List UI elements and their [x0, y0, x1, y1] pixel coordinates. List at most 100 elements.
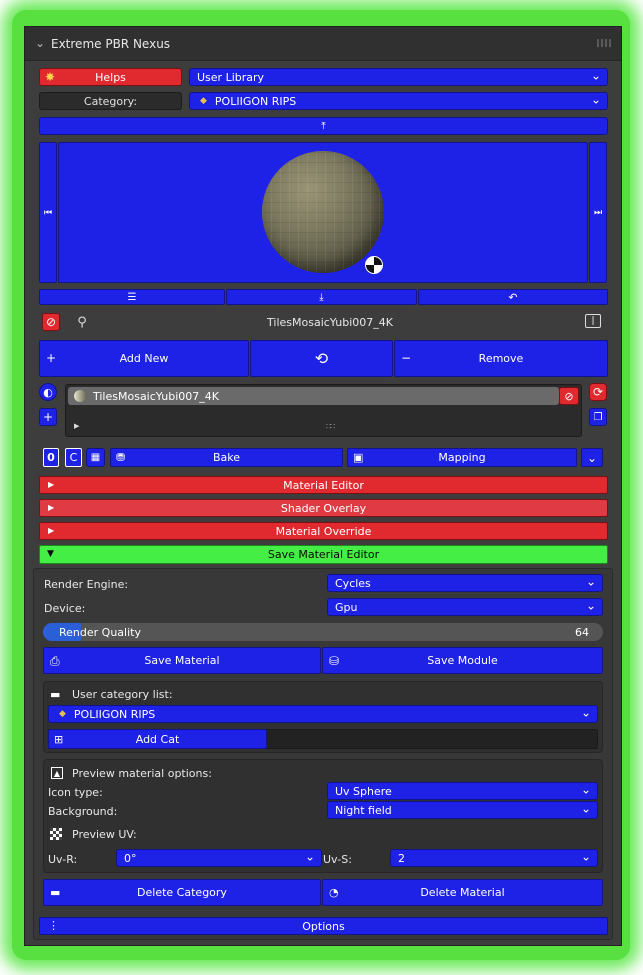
more-dropdown[interactable]: ⌄: [581, 448, 603, 467]
flame-icon: ✸: [45, 70, 56, 84]
world-shading-button[interactable]: ◐: [39, 383, 57, 401]
uv-r-value: 0°: [124, 851, 137, 865]
vertical-dots-icon: ⋮: [48, 919, 59, 932]
uv-s-dropdown[interactable]: 2: [390, 849, 598, 867]
mapping-button[interactable]: ▣ Mapping: [347, 448, 577, 467]
user-category-dropdown[interactable]: ◆ POLIIGON RIPS: [48, 705, 598, 723]
collapse-preview-button[interactable]: ⤒: [39, 117, 608, 135]
trash-folder-icon: ▬: [50, 886, 61, 899]
save-material-editor-label: Save Material Editor: [267, 548, 380, 561]
refresh-icon: ⟲: [314, 349, 329, 368]
options-button[interactable]: ⋮ Options: [39, 917, 608, 935]
shader-overlay-section[interactable]: ▶ Shader Overlay: [39, 499, 608, 517]
folder-add-icon: ⊞: [54, 733, 64, 746]
skip-forward-icon: ⏭: [593, 207, 603, 218]
settings-button[interactable]: ☰: [39, 289, 225, 305]
diamond-icon: ◆: [59, 709, 66, 719]
device-dropdown[interactable]: Gpu: [327, 598, 603, 616]
focus-target-icon: [365, 256, 383, 274]
render-engine-dropdown[interactable]: Cycles: [327, 574, 603, 592]
icon-type-dropdown[interactable]: Uv Sphere: [327, 782, 598, 800]
duplicate-button[interactable]: ❐: [589, 408, 607, 426]
diamond-icon: ◆: [200, 96, 207, 106]
render-engine-value: Cycles: [335, 576, 371, 590]
save-material-button[interactable]: ⎙ Save Material: [43, 647, 321, 674]
save-module-label: Save Module: [427, 654, 498, 667]
options-label: Options: [302, 919, 345, 933]
list-item[interactable]: TilesMosaicYubi007_4K: [68, 387, 559, 405]
preview-uv-label: Preview UV:: [72, 828, 137, 841]
download-icon: ⤓: [319, 291, 324, 303]
remove-button[interactable]: − Remove: [394, 340, 608, 377]
render-quality-slider[interactable]: Render Quality 64: [43, 623, 603, 641]
c-label: C: [69, 451, 78, 464]
add-new-label: Add New: [119, 352, 169, 365]
uv-s-value: 2: [398, 851, 405, 865]
save-material-icon: ⎙: [50, 654, 60, 668]
library-dropdown[interactable]: User Library: [189, 68, 608, 86]
save-module-icon: ⛁: [329, 654, 340, 668]
background-dropdown[interactable]: Night field: [327, 801, 598, 819]
undo-icon: ↶: [508, 290, 518, 304]
preview-options-label: Preview material options:: [72, 767, 212, 780]
icon-type-label: Icon type:: [48, 786, 103, 799]
refresh-icon: ⟳: [592, 385, 604, 399]
zero-toggle[interactable]: 0: [43, 448, 59, 467]
expand-triangle-icon: ▶: [48, 526, 55, 535]
bake-button[interactable]: ⛃ Bake: [110, 448, 343, 467]
helps-button[interactable]: ✸ Helps: [39, 68, 182, 86]
icon-type-value: Uv Sphere: [335, 784, 392, 798]
previous-material-button[interactable]: ⏮: [39, 142, 57, 283]
delete-category-label: Delete Category: [137, 886, 227, 899]
folder-icon: ▬: [50, 688, 61, 701]
next-material-button[interactable]: ⏭: [589, 142, 607, 283]
search-icon[interactable]: ⚲: [75, 313, 89, 331]
info-icon[interactable]: |: [585, 314, 601, 328]
material-override-label: Material Override: [275, 524, 372, 538]
drag-grip-icon[interactable]: [597, 39, 611, 47]
reload-button[interactable]: ⟳: [589, 383, 607, 401]
add-new-button[interactable]: + Add New: [39, 340, 249, 377]
c-toggle[interactable]: C: [65, 448, 82, 467]
clear-button[interactable]: ⊘: [42, 313, 60, 331]
delete-material-label: Delete Material: [420, 886, 505, 899]
copy-icon: ❐: [593, 411, 603, 423]
category-dropdown[interactable]: ◆ POLIIGON RIPS: [189, 92, 608, 110]
save-material-editor-section[interactable]: ▼ Save Material Editor: [39, 545, 608, 564]
load-button[interactable]: ⤓: [226, 289, 417, 305]
collapse-triangle-icon: ▼: [47, 549, 54, 559]
material-list: TilesMosaicYubi007_4K ⊘ ▶ ∷∷: [65, 384, 582, 437]
refresh-button[interactable]: ⟲: [250, 340, 393, 377]
delete-category-button[interactable]: ▬ Delete Category: [43, 879, 321, 906]
material-preview[interactable]: [58, 142, 588, 283]
background-label: Background:: [48, 805, 118, 818]
expand-triangle-icon[interactable]: ▶: [74, 422, 79, 430]
add-cat-label: Add Cat: [135, 732, 180, 746]
delete-material-button[interactable]: ◔ Delete Material: [322, 879, 603, 906]
list-item-delete-button[interactable]: ⊘: [559, 387, 579, 405]
resize-handle-icon[interactable]: ∷∷: [326, 422, 335, 431]
user-category-label: User category list:: [72, 688, 173, 701]
mapping-label: Mapping: [438, 451, 486, 464]
panel-header[interactable]: ⌄ Extreme PBR Nexus: [25, 27, 621, 61]
render-quality-value: 64: [575, 626, 589, 639]
material-name: TilesMosaicYubi007_4K: [267, 315, 393, 329]
undo-button[interactable]: ↶: [418, 289, 608, 305]
grid-toggle[interactable]: ▦: [86, 448, 105, 467]
material-override-section[interactable]: ▶ Material Override: [39, 522, 608, 540]
chevron-down-icon: ⌄: [35, 36, 46, 50]
list-add-button[interactable]: +: [39, 408, 57, 426]
material-editor-section[interactable]: ▶ Material Editor: [39, 476, 608, 494]
shader-overlay-label: Shader Overlay: [280, 501, 367, 515]
add-cat-button[interactable]: ⊞ Add Cat: [48, 729, 267, 749]
uv-r-label: Uv-R:: [48, 853, 78, 866]
uv-s-label: Uv-S:: [323, 853, 352, 866]
grid-icon: ▦: [90, 452, 101, 463]
no-entry-icon: ⊘: [564, 389, 574, 403]
collapse-up-icon: ⤒: [321, 120, 326, 132]
checker-icon: [50, 828, 62, 840]
save-module-button[interactable]: ⛁ Save Module: [322, 647, 603, 674]
expand-triangle-icon: ▶: [48, 480, 55, 489]
uv-r-dropdown[interactable]: 0°: [116, 849, 322, 867]
list-item-label: TilesMosaicYubi007_4K: [93, 390, 219, 403]
